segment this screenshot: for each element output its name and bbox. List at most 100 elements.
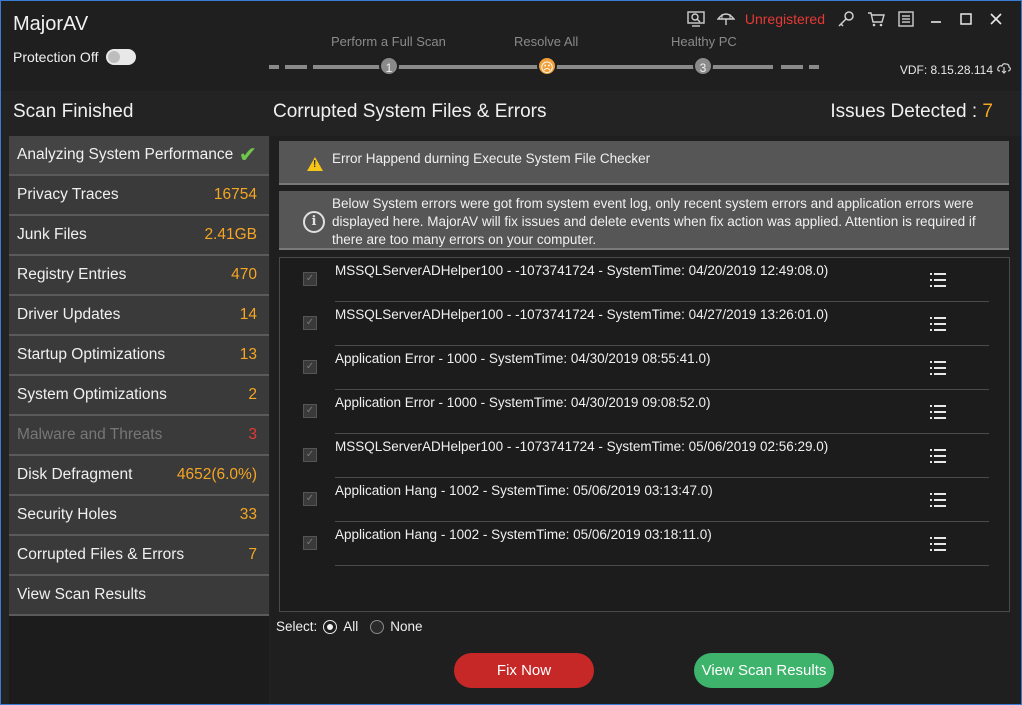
sidebar-item-security-holes[interactable]: Security Holes 33: [9, 496, 269, 536]
app-window: MajorAV Protection Off Perform a Full Sc…: [0, 0, 1022, 705]
close-icon[interactable]: [981, 9, 1011, 29]
protection-label: Protection Off: [13, 49, 99, 65]
details-list-icon[interactable]: [930, 317, 946, 331]
sidebar-item-count: 4652(6.0%): [176, 466, 257, 483]
sidebar-item-label: Registry Entries: [17, 266, 127, 283]
sidebar-item-label: Security Holes: [17, 506, 117, 523]
scan-categories-sidebar: Analyzing System Performance ✔ Privacy T…: [9, 136, 269, 616]
select-all-label[interactable]: All: [343, 619, 358, 634]
details-list-icon[interactable]: [930, 493, 946, 507]
list-item[interactable]: ✓ MSSQLServerADHelper100 - -1073741724 -…: [280, 434, 1009, 478]
umbrella-icon[interactable]: [711, 9, 741, 29]
progress-dash: [781, 65, 803, 69]
sidebar-item-label: Corrupted Files & Errors: [17, 546, 185, 563]
checkmark-icon: ✔: [238, 142, 257, 167]
title-bar-controls: Unregistered: [681, 9, 1011, 29]
progress-dash: [269, 65, 279, 69]
sidebar-item-corrupted-files[interactable]: Corrupted Files & Errors 7: [9, 536, 269, 576]
sidebar-item-label: View Scan Results: [17, 586, 146, 603]
sidebar-item-count: 33: [239, 506, 257, 523]
warning-icon: [307, 157, 323, 171]
sidebar-item-disk-defragment[interactable]: Disk Defragment 4652(6.0%): [9, 456, 269, 496]
sidebar-item-malware-threats[interactable]: Malware and Threats 3: [9, 416, 269, 456]
page-title: Corrupted System Files & Errors: [273, 101, 547, 122]
item-checkbox[interactable]: ✓: [303, 492, 317, 506]
cloud-update-icon[interactable]: [997, 62, 1011, 77]
progress-steps-labels: Perform a Full Scan Resolve All Healthy …: [1, 34, 1021, 50]
sidebar-item-count: 2: [248, 386, 257, 403]
list-item[interactable]: ✓ MSSQLServerADHelper100 - -1073741724 -…: [280, 302, 1009, 346]
sidebar-item-privacy-traces[interactable]: Privacy Traces 16754: [9, 176, 269, 216]
issues-label: Issues Detected :: [830, 101, 983, 122]
app-title: MajorAV: [13, 13, 89, 35]
sidebar-item-label: Startup Optimizations: [17, 346, 166, 363]
error-entry: Application Error - 1000 - SystemTime: 0…: [335, 351, 711, 366]
sidebar-item-count: 14: [239, 306, 257, 323]
step-label-2: Resolve All: [514, 34, 579, 49]
select-none-radio[interactable]: [370, 619, 385, 634]
key-icon[interactable]: [831, 9, 861, 29]
protection-toggle[interactable]: [106, 49, 137, 65]
select-all-radio[interactable]: [323, 619, 338, 634]
sidebar-item-label: System Optimizations: [17, 386, 167, 403]
sad-face-icon: ☹: [537, 56, 557, 76]
list-item[interactable]: ✓ MSSQLServerADHelper100 - -1073741724 -…: [280, 258, 1009, 302]
maximize-icon[interactable]: [951, 9, 981, 29]
item-checkbox[interactable]: ✓: [303, 316, 317, 330]
details-list-icon[interactable]: [930, 361, 946, 375]
sidebar-item-analyzing[interactable]: Analyzing System Performance ✔: [9, 136, 269, 176]
alert-text: Error Happend durning Execute System Fil…: [332, 151, 651, 166]
vdf-version: VDF: 8.15.28.114: [900, 62, 1011, 77]
sidebar-item-junk-files[interactable]: Junk Files 2.41GB: [9, 216, 269, 256]
details-list-icon[interactable]: [930, 449, 946, 463]
info-icon: i: [303, 211, 325, 233]
item-checkbox[interactable]: ✓: [303, 272, 317, 286]
details-list-icon[interactable]: [930, 273, 946, 287]
step-label-3: Healthy PC: [671, 34, 737, 49]
issues-count: 7: [982, 101, 993, 122]
sidebar-item-registry-entries[interactable]: Registry Entries 470: [9, 256, 269, 296]
cart-icon[interactable]: [861, 9, 891, 29]
menu-icon[interactable]: [891, 9, 921, 29]
view-scan-results-button[interactable]: View Scan Results: [694, 653, 834, 688]
list-item[interactable]: ✓ Application Error - 1000 - SystemTime:…: [280, 346, 1009, 390]
error-entry: Application Error - 1000 - SystemTime: 0…: [335, 395, 711, 410]
sidebar-item-view-scan-results[interactable]: View Scan Results: [9, 576, 269, 616]
list-item[interactable]: ✓ Application Hang - 1002 - SystemTime: …: [280, 522, 1009, 566]
sidebar-item-label: Junk Files: [17, 226, 87, 243]
progress-dash: [285, 65, 307, 69]
item-checkbox[interactable]: ✓: [303, 360, 317, 374]
item-checkbox[interactable]: ✓: [303, 404, 317, 418]
unregistered-link[interactable]: Unregistered: [745, 11, 825, 27]
progress-dash: [809, 65, 819, 69]
info-banner: i Below System errors were got from syst…: [279, 191, 1009, 250]
main-panel: Error Happend durning Execute System Fil…: [270, 136, 1021, 704]
fix-now-button[interactable]: Fix Now: [454, 653, 594, 688]
item-checkbox[interactable]: ✓: [303, 536, 317, 550]
details-list-icon[interactable]: [930, 405, 946, 419]
step-label-1: Perform a Full Scan: [331, 34, 446, 49]
select-controls: Select: All None: [276, 619, 423, 634]
details-list-icon[interactable]: [930, 537, 946, 551]
list-item[interactable]: ✓ Application Error - 1000 - SystemTime:…: [280, 390, 1009, 434]
sidebar-item-label: Privacy Traces: [17, 186, 119, 203]
sidebar-item-driver-updates[interactable]: Driver Updates 14: [9, 296, 269, 336]
scan-status-heading: Scan Finished: [13, 101, 134, 122]
select-none-label[interactable]: None: [390, 619, 422, 634]
header: MajorAV Protection Off Perform a Full Sc…: [1, 1, 1021, 91]
sidebar-item-system-optimizations[interactable]: System Optimizations 2: [9, 376, 269, 416]
error-entry: MSSQLServerADHelper100 - -1073741724 - S…: [335, 439, 829, 454]
minimize-icon[interactable]: [921, 9, 951, 29]
sidebar-item-startup-optimizations[interactable]: Startup Optimizations 13: [9, 336, 269, 376]
sidebar-item-label: Malware and Threats: [17, 426, 163, 443]
sidebar-item-count: 16754: [213, 186, 257, 203]
scan-zoom-icon[interactable]: [681, 9, 711, 29]
item-checkbox[interactable]: ✓: [303, 448, 317, 462]
error-entry: Application Hang - 1002 - SystemTime: 05…: [335, 483, 713, 498]
sidebar-item-count: 7: [248, 546, 257, 563]
error-alert: Error Happend durning Execute System Fil…: [279, 141, 1009, 185]
error-list: ✓ MSSQLServerADHelper100 - -1073741724 -…: [279, 257, 1010, 612]
list-item[interactable]: ✓ Application Hang - 1002 - SystemTime: …: [280, 478, 1009, 522]
vdf-label: VDF: 8.15.28.114: [899, 62, 993, 77]
sidebar-item-count: 13: [239, 346, 257, 363]
